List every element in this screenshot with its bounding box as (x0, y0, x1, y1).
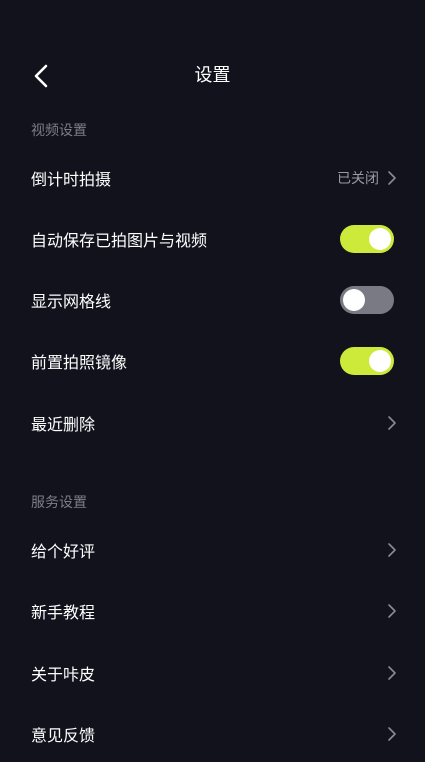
mirror-toggle[interactable] (340, 347, 394, 375)
settings-row-rate[interactable]: 给个好评 (0, 522, 425, 578)
settings-row-autosave: 自动保存已拍图片与视频 (0, 211, 425, 267)
section-title-video: 视频设置 (31, 123, 87, 139)
row-label: 显示网格线 (31, 292, 112, 311)
toggle-knob (369, 228, 391, 250)
row-right (387, 603, 397, 619)
settings-row-mirror: 前置拍照镜像 (0, 333, 425, 389)
settings-row-feedback[interactable]: 意见反馈 (0, 706, 425, 762)
row-label: 给个好评 (31, 542, 96, 561)
chevron-right-icon (388, 171, 396, 185)
row-right (387, 415, 397, 431)
chevron-right-icon (388, 666, 396, 680)
section-title-service: 服务设置 (31, 495, 87, 511)
grid-toggle[interactable] (340, 286, 394, 314)
settings-row-grid: 显示网格线 (0, 272, 425, 328)
settings-row-recently-deleted[interactable]: 最近删除 (0, 395, 425, 451)
row-right (387, 542, 397, 558)
chevron-right-icon (388, 543, 396, 557)
chevron-right-icon (388, 727, 396, 741)
settings-row-tutorial[interactable]: 新手教程 (0, 583, 425, 639)
row-label: 自动保存已拍图片与视频 (31, 231, 208, 250)
row-label: 倒计时拍摄 (31, 170, 112, 189)
row-label: 关于咔皮 (31, 665, 96, 684)
row-label: 新手教程 (31, 603, 96, 622)
chevron-right-icon (388, 604, 396, 618)
header: 设置 (0, 52, 425, 100)
row-right: 已关闭 (337, 168, 397, 188)
row-label: 前置拍照镜像 (31, 353, 128, 372)
settings-row-countdown[interactable]: 倒计时拍摄 已关闭 (0, 150, 425, 206)
settings-row-about[interactable]: 关于咔皮 (0, 645, 425, 701)
autosave-toggle[interactable] (340, 225, 394, 253)
row-right (387, 665, 397, 681)
row-right (387, 726, 397, 742)
page-title: 设置 (194, 65, 231, 86)
chevron-right-icon (388, 416, 396, 430)
toggle-knob (369, 350, 391, 372)
chevron-left-icon (34, 64, 48, 88)
back-button[interactable] (24, 60, 58, 92)
row-label: 最近删除 (31, 415, 96, 434)
countdown-status: 已关闭 (337, 171, 379, 187)
toggle-knob (343, 289, 365, 311)
row-label: 意见反馈 (31, 726, 96, 745)
